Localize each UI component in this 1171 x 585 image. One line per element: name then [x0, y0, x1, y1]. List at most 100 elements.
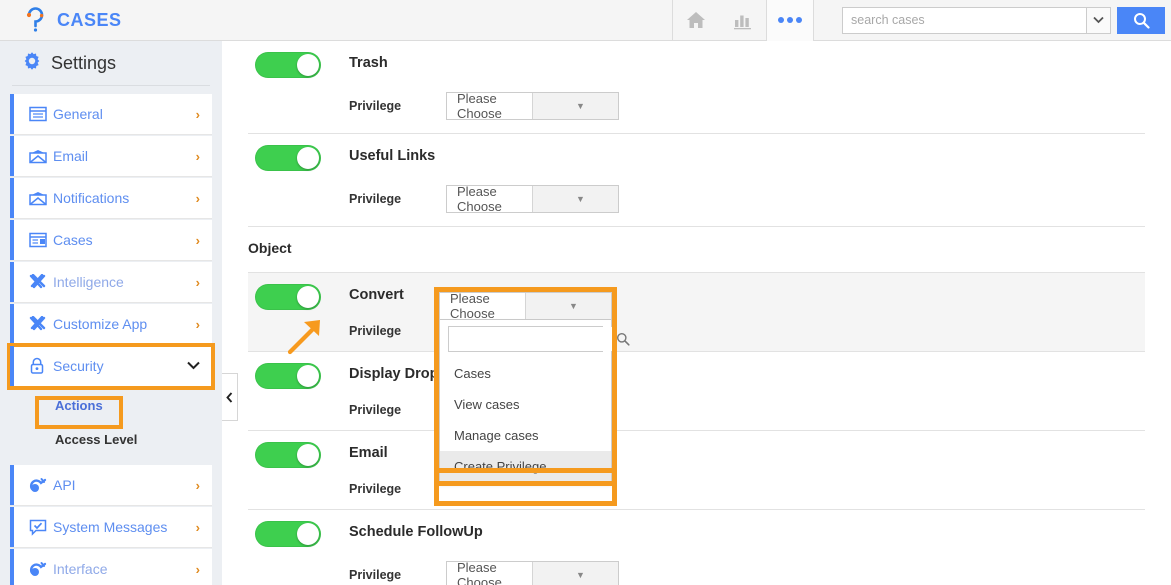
sidebar-item-label: Customize App: [53, 316, 148, 332]
dropdown-search-input[interactable]: [449, 327, 616, 351]
toggle-switch[interactable]: [255, 52, 321, 78]
caret-down-icon: ▼: [532, 93, 618, 119]
toggle-switch[interactable]: [255, 145, 321, 171]
sidebar-item-system-messages[interactable]: System Messages ›: [10, 507, 212, 548]
dropdown-option-create-privilege[interactable]: Create Privilege: [440, 451, 611, 482]
dropdown-option-view-cases[interactable]: View cases: [440, 389, 611, 420]
sidebar-item-label: Notifications: [53, 190, 130, 206]
toggle-switch[interactable]: [255, 284, 321, 310]
chevron-right-icon: ›: [195, 190, 200, 206]
sidebar-item-label: System Messages: [53, 519, 168, 535]
search-icon: [616, 332, 637, 346]
dropdown-option-label: Cases: [454, 366, 491, 381]
sidebar-subitem-actions[interactable]: Actions: [10, 388, 212, 422]
sidebar-item-label: General: [53, 106, 103, 122]
sidebar-item-general[interactable]: General ›: [10, 94, 212, 135]
top-icon-group: [672, 0, 814, 41]
sidebar-subitem-access-level[interactable]: Access Level: [10, 422, 212, 456]
chevron-right-icon: ›: [195, 106, 200, 122]
sidebar-item-label: Cases: [53, 232, 93, 248]
chevron-right-icon: ›: [195, 561, 200, 577]
sidebar-subitem-label: Access Level: [55, 431, 138, 447]
section-header-object: Object: [248, 227, 1145, 273]
dropdown-option-label: View cases: [454, 397, 520, 412]
caret-down-icon: ▼: [532, 186, 618, 212]
dropdown-option-manage-cases[interactable]: Manage cases: [440, 420, 611, 451]
search-field[interactable]: [842, 6, 1086, 34]
toggle-switch[interactable]: [255, 442, 321, 468]
plug-icon: [29, 561, 53, 578]
permission-row: Useful Links Privilege Please Choose ▼: [248, 134, 1145, 227]
sidebar-item-cases[interactable]: Cases ›: [10, 220, 212, 261]
privilege-label: Privilege: [349, 324, 402, 338]
sidebar-item-label: Email: [53, 148, 89, 164]
chevron-right-icon: ›: [195, 477, 200, 493]
sidebar-item-label: Intelligence: [53, 274, 124, 290]
privilege-label: Privilege: [349, 568, 402, 582]
sidebar: Settings General › Email › Notifications…: [0, 41, 222, 585]
caret-down-icon: ▼: [532, 562, 618, 585]
message-check-icon: [29, 519, 53, 536]
chevron-down-icon: [187, 359, 212, 373]
sidebar-item-interface[interactable]: Interface ›: [10, 549, 212, 585]
dropdown-panel: Cases View cases Manage cases Create Pri…: [439, 320, 630, 483]
envelope-icon: [29, 191, 53, 206]
row-title: Email: [349, 445, 388, 461]
home-icon[interactable]: [672, 0, 719, 41]
sidebar-collapse-handle[interactable]: [222, 373, 238, 421]
permission-row: Trash Privilege Please Choose ▼: [248, 41, 1145, 134]
chevron-right-icon: ›: [195, 316, 200, 332]
cases-logo-icon: [22, 7, 48, 33]
sidebar-title: Settings: [51, 52, 117, 73]
privilege-dropdown-open: Please Choose ▼ Cases View cases Manage …: [434, 287, 630, 506]
security-section: Security Actions Access Level: [7, 343, 215, 456]
lock-icon: [29, 357, 53, 375]
caret-down-icon: ▼: [525, 293, 611, 319]
dropdown-option-cases[interactable]: Cases: [440, 358, 611, 389]
chart-icon[interactable]: [719, 0, 766, 41]
sidebar-item-label: Interface: [53, 561, 108, 577]
search-scope-dropdown[interactable]: [1086, 6, 1111, 34]
privilege-select[interactable]: Please Choose ▼: [446, 184, 619, 214]
dropdown-selected-value: Please Choose: [450, 291, 495, 321]
sidebar-subitem-label: Actions: [55, 397, 103, 413]
search-bar: [842, 6, 1165, 34]
toggle-switch[interactable]: [255, 363, 321, 389]
dropdown-toggle[interactable]: Please Choose ▼: [439, 291, 612, 321]
privilege-label: Privilege: [349, 482, 402, 496]
top-bar: CASES: [0, 0, 1171, 41]
privilege-label: Privilege: [349, 192, 402, 206]
sidebar-item-notifications[interactable]: Notifications ›: [10, 178, 212, 219]
row-title: Convert: [349, 287, 404, 303]
sidebar-header: Settings: [12, 41, 210, 86]
app-root: CASES search cases Settings General › Em…: [0, 0, 1171, 585]
permission-row: Email Privilege: [248, 431, 1145, 510]
search-button[interactable]: [1117, 6, 1165, 34]
brand[interactable]: CASES: [0, 7, 672, 33]
chevron-right-icon: ›: [195, 148, 200, 164]
sidebar-item-api[interactable]: API ›: [10, 465, 212, 506]
permission-row: Display Dropdown Privilege: [248, 352, 1145, 431]
sidebar-item-intelligence[interactable]: Intelligence ›: [10, 262, 212, 303]
sidebar-item-security[interactable]: Security: [7, 343, 215, 390]
dropdown-search-field[interactable]: [448, 326, 630, 352]
window-icon: [29, 106, 53, 122]
privilege-select[interactable]: Please Choose ▼: [446, 560, 619, 585]
chevron-right-icon: ›: [195, 274, 200, 290]
plug-icon: [29, 477, 53, 494]
gear-icon: [22, 51, 42, 76]
case-window-icon: [29, 232, 53, 248]
privilege-select-value: Please Choose: [457, 560, 502, 585]
sidebar-item-customize-app[interactable]: Customize App ›: [10, 304, 212, 345]
permission-row: Schedule FollowUp Privilege Please Choos…: [248, 510, 1145, 585]
row-title: Useful Links: [349, 148, 436, 164]
privilege-select[interactable]: Please Choose ▼: [446, 91, 619, 121]
permission-rows: Trash Privilege Please Choose ▼ Useful L…: [222, 41, 1171, 585]
search-input[interactable]: [843, 7, 1086, 33]
more-dots-icon[interactable]: [766, 0, 814, 41]
sidebar-item-label: Security: [53, 358, 104, 374]
toggle-switch[interactable]: [255, 521, 321, 547]
privilege-label: Privilege: [349, 403, 402, 417]
sidebar-item-email[interactable]: Email ›: [10, 136, 212, 177]
privilege-label: Privilege: [349, 99, 402, 113]
